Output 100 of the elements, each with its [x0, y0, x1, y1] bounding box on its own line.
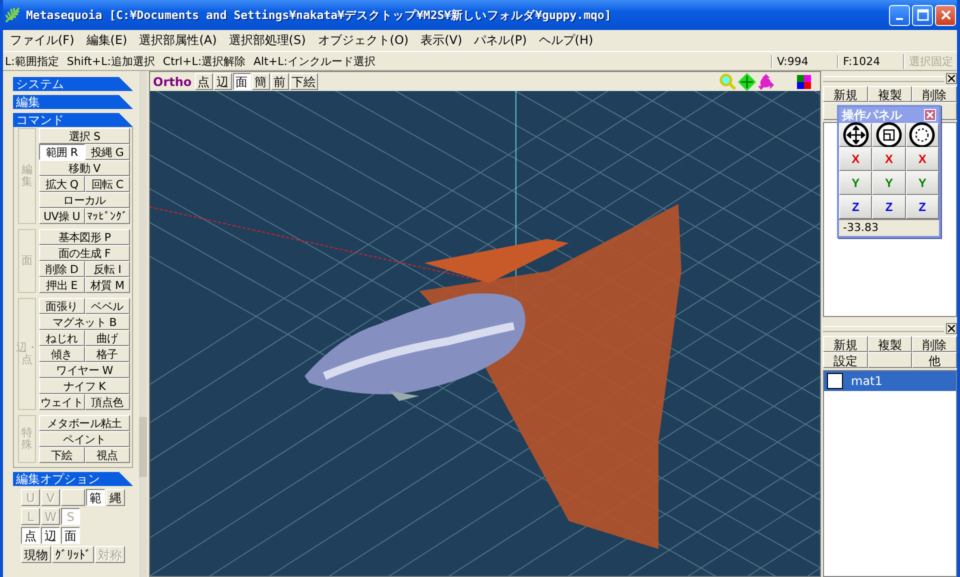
command-button[interactable]: ﾏｯﾋﾟﾝｸﾞ [84, 208, 130, 224]
command-button[interactable]: 頂点色 [84, 394, 130, 410]
axis-button[interactable]: Z [839, 195, 872, 219]
view-toggle-button[interactable]: 簡 [252, 73, 270, 90]
object-button[interactable]: 新規 [823, 86, 868, 102]
command-button[interactable]: ウェイト [39, 394, 84, 410]
scale-mode-button[interactable] [872, 123, 906, 147]
option-button[interactable]: 辺 [41, 527, 60, 544]
command-button[interactable]: 削除 D [39, 261, 84, 277]
command-button[interactable]: 視点 [84, 447, 130, 463]
option-button[interactable]: 面 [61, 527, 80, 544]
option-button[interactable]: 点 [21, 527, 40, 544]
view-toggle-button[interactable]: 点 [194, 73, 213, 90]
view-toggle-button[interactable]: 下絵 [290, 73, 318, 90]
command-button[interactable]: マグネット B [39, 314, 130, 330]
command-button[interactable]: UV操 U [39, 208, 84, 224]
command-button[interactable]: 傾き [39, 346, 84, 362]
axis-button[interactable]: X [906, 147, 939, 171]
command-button[interactable]: 基本図形 P [39, 229, 130, 245]
command-button[interactable]: 材質 M [84, 277, 130, 293]
menu-item[interactable]: パネル(P) [469, 32, 532, 49]
close-button[interactable] [946, 73, 957, 84]
axis-button[interactable]: Z [906, 195, 939, 219]
material-button[interactable]: 複製 [868, 336, 912, 352]
command-button[interactable]: ナイフ K [39, 378, 130, 394]
axis-button[interactable]: Y [839, 171, 872, 195]
view-toggle-button[interactable]: 辺 [214, 73, 232, 90]
move-icon[interactable] [738, 72, 756, 90]
command-button[interactable]: 面張り [39, 298, 84, 314]
material-button[interactable]: 他 [912, 352, 957, 368]
menu-item[interactable]: 選択部処理(S) [224, 32, 311, 49]
option-button[interactable]: 現物 [21, 546, 51, 563]
option-button[interactable]: 縄 [106, 489, 125, 506]
rotate-icon[interactable] [757, 72, 775, 90]
section-header[interactable]: システム [13, 77, 133, 91]
group-label: 編集 [18, 128, 36, 224]
group-label: 辺・点 [18, 298, 36, 410]
command-button[interactable]: 面の生成 F [39, 245, 130, 261]
axis-button[interactable]: Z [872, 195, 906, 219]
material-item[interactable]: mat1 [824, 371, 956, 391]
group-label: 特殊 [18, 415, 36, 463]
object-button[interactable]: 複製 [868, 86, 912, 102]
view-toggle-button[interactable]: 前 [270, 73, 289, 90]
command-button[interactable]: 反転 I [84, 261, 130, 277]
section-header[interactable]: コマンド [13, 113, 133, 127]
scrollbar[interactable] [139, 71, 147, 577]
move-mode-button[interactable] [839, 123, 872, 147]
command-button[interactable]: メタボール粘土 [39, 415, 130, 431]
command-button[interactable]: ペイント [39, 431, 130, 447]
material-name: mat1 [851, 374, 882, 388]
command-button[interactable]: ワイヤー W [39, 362, 130, 378]
blank-button[interactable] [868, 352, 912, 368]
close-icon [940, 9, 952, 21]
material-button[interactable]: 削除 [912, 336, 957, 352]
menu-item[interactable]: 表示(V) [416, 32, 468, 49]
vertex-count: V:994 [771, 54, 829, 68]
command-button[interactable]: 拡大 Q [39, 176, 84, 192]
view-toggle-button[interactable]: 面 [232, 73, 251, 90]
command-button[interactable]: ねじれ [39, 330, 84, 346]
command-button[interactable]: 押出 E [39, 277, 84, 293]
rotate-mode-button[interactable] [906, 123, 939, 147]
shortcut-hint: Shift+L:追加選択 [66, 54, 155, 68]
maximize-button[interactable] [912, 4, 933, 26]
menu-item[interactable]: ファイル(F) [5, 32, 80, 49]
menu-item[interactable]: オブジェクト(O) [312, 32, 414, 49]
axis-button[interactable]: Y [906, 171, 939, 195]
axis-button[interactable]: X [839, 147, 872, 171]
menu-item[interactable]: 選択部属性(A) [134, 32, 222, 49]
command-button[interactable]: 下絵 [39, 447, 84, 463]
command-button[interactable]: 選択 S [39, 128, 130, 144]
axis-button[interactable]: Y [872, 171, 906, 195]
group-label: 面 [18, 229, 36, 293]
shortcut-hint: L:範囲指定 [5, 54, 59, 68]
close-button[interactable] [946, 323, 957, 334]
section-header[interactable]: 編集 [13, 95, 133, 109]
projection-label[interactable]: Ortho [153, 74, 192, 88]
material-button[interactable]: 新規 [823, 336, 868, 352]
window-title: Metasequoia [C:¥Documents and Settings¥nakata¥デスクトップ¥M2S¥新しいフォルダ¥guppy.mqo] [26, 8, 612, 22]
command-button[interactable]: 移動 V [39, 160, 130, 176]
menu-item[interactable]: 編集(E) [81, 32, 132, 49]
option-button[interactable]: 範 [86, 489, 105, 506]
section-header[interactable]: 編集オプション [13, 472, 133, 486]
shortcut-hint: Alt+L:インクルード選択 [254, 54, 376, 68]
command-button[interactable]: 格子 [84, 346, 130, 362]
color-palette-icon[interactable] [797, 74, 811, 88]
menu-item[interactable]: ヘルプ(H) [534, 32, 598, 49]
command-button[interactable]: 投縄 G [84, 144, 130, 160]
blank-button[interactable] [61, 489, 85, 506]
value-field[interactable]: -33.83 [839, 219, 939, 236]
command-button[interactable]: ベベル [84, 298, 130, 314]
material-button[interactable]: 設定 [823, 352, 868, 368]
minimize-button[interactable] [889, 4, 910, 26]
option-button[interactable]: ｸﾞﾘｯﾄﾞ [52, 546, 94, 563]
axis-button[interactable]: X [872, 147, 906, 171]
command-button[interactable]: 曲げ [84, 330, 130, 346]
command-button[interactable]: 範囲 R [39, 144, 84, 160]
command-button[interactable]: 回転 C [84, 176, 130, 192]
minimize-icon [896, 18, 903, 20]
command-button[interactable]: ローカル [39, 192, 130, 208]
object-button[interactable]: 削除 [912, 86, 957, 102]
